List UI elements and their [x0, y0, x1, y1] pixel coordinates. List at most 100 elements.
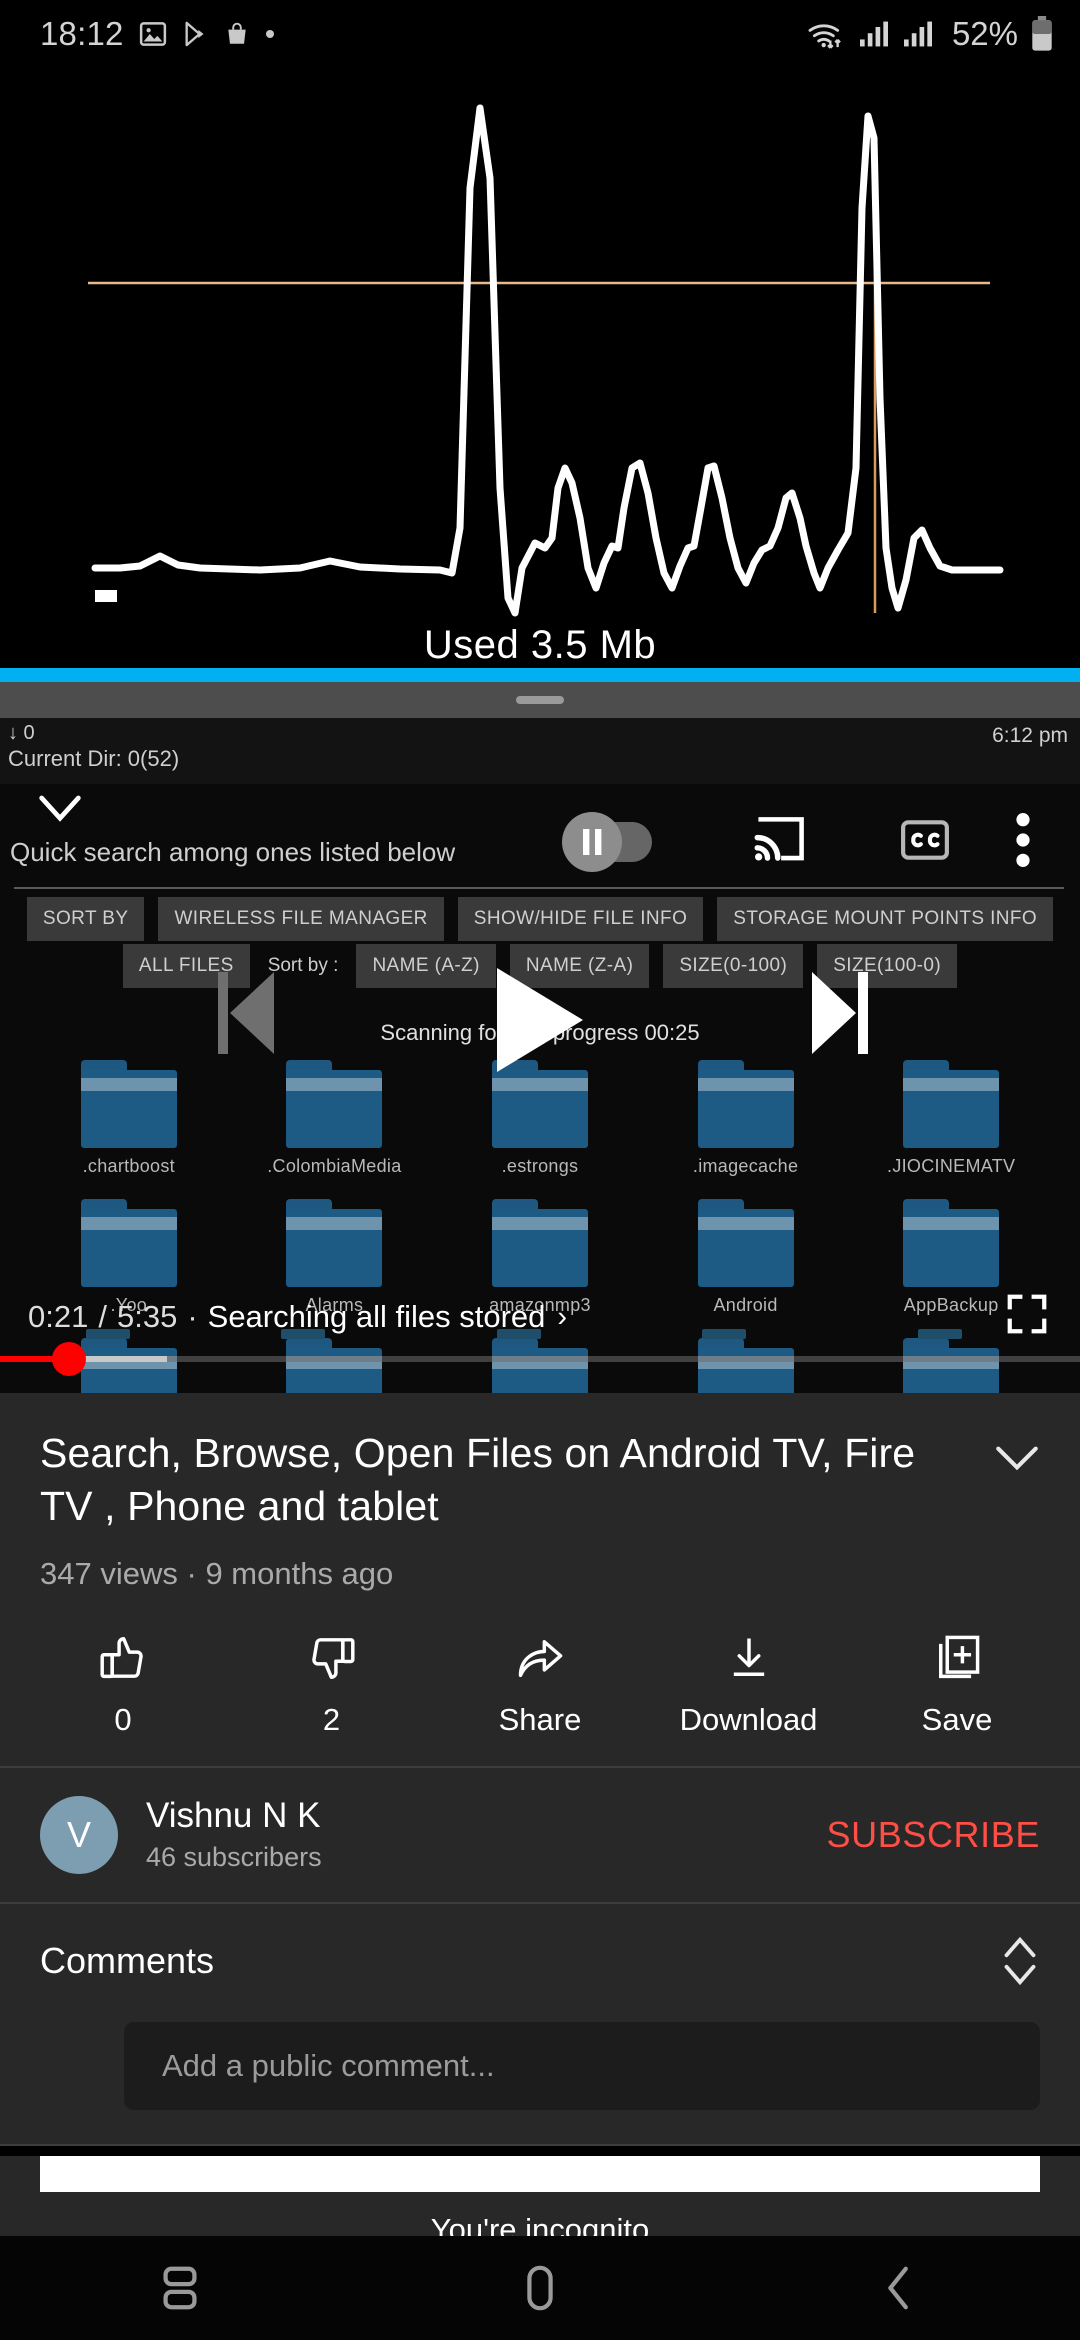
- closed-captions-icon[interactable]: [900, 818, 950, 862]
- video-player[interactable]: Used 3.5 Mb ↓ 0 Current Dir: 0(52) 6:12 …: [0, 68, 1080, 1393]
- folder-icon: [491, 1338, 588, 1393]
- fm-sort-name-az-button: NAME (A-Z): [356, 944, 496, 988]
- progress-scrubber[interactable]: [52, 1342, 86, 1376]
- meta-separator: ·: [186, 1555, 197, 1591]
- video-metadata: Search, Browse, Open Files on Android TV…: [0, 1393, 1080, 1592]
- download-icon: [723, 1632, 775, 1684]
- battery-percent-label: 52%: [951, 15, 1018, 52]
- folder-icon: [80, 1060, 177, 1148]
- previous-icon[interactable]: [216, 968, 278, 1058]
- fm-folder-item: [249, 1338, 419, 1393]
- fm-folder-label: .imagecache: [692, 1156, 799, 1176]
- folder-icon: [903, 1199, 1000, 1287]
- shopping-bag-icon: [224, 19, 250, 49]
- fm-folder-item: .estrongs: [455, 1060, 625, 1177]
- share-label: Share: [498, 1701, 582, 1737]
- save-button[interactable]: Save: [882, 1632, 1032, 1738]
- play-icon[interactable]: [497, 968, 583, 1072]
- fm-folder-grid: .chartboost .ColombiaMedia .estrongs .im…: [0, 1060, 1080, 1393]
- fm-download-count: ↓ 0: [8, 722, 35, 744]
- expand-description-chevron-icon[interactable]: [994, 1443, 1040, 1473]
- thumbs-down-icon: [306, 1632, 358, 1684]
- fm-folder-label: .JIOCINEMATV: [887, 1156, 1016, 1176]
- fm-current-dir: Current Dir: 0(52): [8, 746, 180, 771]
- comments-section[interactable]: Comments Add a public comment...: [0, 1903, 1080, 2144]
- photos-icon: [138, 19, 168, 49]
- status-bar: 18:12 52%: [0, 0, 1080, 68]
- comments-expand-icon[interactable]: [1000, 1934, 1040, 1988]
- folder-icon: [697, 1338, 794, 1393]
- fm-folder-label: Android: [713, 1295, 778, 1315]
- cyan-divider-bar: [0, 668, 1080, 682]
- fm-folder-item: Android: [661, 1199, 831, 1316]
- wifi-icon: [806, 18, 846, 50]
- folder-icon: [80, 1338, 177, 1393]
- fm-folder-label: .chartboost: [82, 1156, 175, 1176]
- back-icon[interactable]: [820, 2263, 980, 2313]
- video-progress-bar[interactable]: [0, 1329, 1080, 1376]
- folder-icon: [903, 1338, 1000, 1393]
- channel-row[interactable]: V Vishnu N K 46 subscribers SUBSCRIBE: [0, 1767, 1080, 1902]
- fm-title-bar: [0, 682, 1080, 718]
- share-icon: [514, 1632, 566, 1684]
- fm-clock: 6:12 pm: [992, 724, 1068, 747]
- view-count: 347 views: [40, 1555, 178, 1591]
- fm-storage-mount-points-button: STORAGE MOUNT POINTS INFO: [717, 897, 1054, 941]
- save-label: Save: [921, 1701, 993, 1737]
- fm-search-placeholder: Quick search among ones listed below: [10, 837, 456, 867]
- save-to-playlist-icon: [931, 1632, 983, 1684]
- fm-folder-row: .chartboost .ColombiaMedia .estrongs .im…: [0, 1060, 1080, 1177]
- overflow-menu-icon[interactable]: [1014, 812, 1032, 868]
- cast-icon[interactable]: [752, 816, 808, 866]
- fm-search-underline: [14, 887, 1064, 889]
- fm-folder-item: [455, 1338, 625, 1393]
- like-count: 0: [114, 1701, 132, 1737]
- home-icon[interactable]: [460, 2263, 620, 2313]
- fm-folder-item: .JIOCINEMATV: [866, 1060, 1036, 1177]
- add-comment-placeholder: Add a public comment...: [162, 2047, 495, 2083]
- fm-sort-label: Sort by :: [267, 955, 339, 976]
- download-button[interactable]: Download: [674, 1632, 824, 1738]
- fullscreen-icon[interactable]: [1004, 1291, 1050, 1337]
- current-time-label: 0:21: [28, 1299, 89, 1334]
- fm-folder-label: .ColombiaMedia: [267, 1156, 402, 1176]
- avatar[interactable]: V: [40, 1795, 118, 1874]
- subscriber-count: 46 subscribers: [146, 1842, 322, 1873]
- fm-wireless-file-manager-button: WIRELESS FILE MANAGER: [158, 897, 444, 941]
- folder-icon: [697, 1199, 794, 1287]
- autoplay-toggle[interactable]: [560, 810, 668, 874]
- fm-folder-item: [866, 1338, 1036, 1393]
- add-comment-input[interactable]: Add a public comment...: [124, 2021, 1040, 2110]
- dislike-button[interactable]: 2: [257, 1632, 407, 1738]
- chapter-marker: [281, 1329, 325, 1339]
- fm-show-hide-file-info-button: SHOW/HIDE FILE INFO: [457, 897, 704, 941]
- fm-folder-label: .estrongs: [501, 1156, 579, 1176]
- like-button[interactable]: 0: [48, 1632, 198, 1738]
- fm-folder-row: [0, 1338, 1080, 1393]
- recents-icon[interactable]: [100, 2263, 260, 2313]
- share-button[interactable]: Share: [465, 1632, 615, 1738]
- video-action-row: 0 2 Share Download Save: [0, 1591, 1080, 1766]
- folder-icon: [80, 1199, 177, 1287]
- fm-sort-by-button: SORT BY: [26, 897, 145, 941]
- meta-dot: ·: [187, 1299, 198, 1334]
- dislike-count: 2: [322, 1701, 341, 1737]
- fm-drag-handle: [516, 696, 564, 704]
- title-row[interactable]: Search, Browse, Open Files on Android TV…: [40, 1427, 1040, 1534]
- chapter-marker: [86, 1329, 130, 1339]
- download-label: Download: [679, 1701, 818, 1737]
- folder-icon: [286, 1199, 383, 1287]
- system-navigation-bar: [0, 2236, 1080, 2340]
- publish-date: 9 months ago: [205, 1555, 394, 1591]
- used-storage-label: Used 3.5 Mb: [423, 623, 657, 667]
- divider: [0, 2143, 1080, 2146]
- fm-sort-size-asc-button: SIZE(0-100): [663, 944, 804, 988]
- folder-icon: [491, 1060, 588, 1148]
- subscribe-button[interactable]: SUBSCRIBE: [827, 1814, 1040, 1856]
- play-store-icon: [182, 19, 210, 49]
- comments-header[interactable]: Comments: [40, 1934, 1040, 1988]
- views-and-date: 347 views · 9 months ago: [40, 1556, 1040, 1592]
- chapter-chevron-icon: ›: [557, 1300, 568, 1333]
- video-frame-waveform: Used 3.5 Mb: [0, 68, 1080, 678]
- next-icon[interactable]: [808, 968, 870, 1058]
